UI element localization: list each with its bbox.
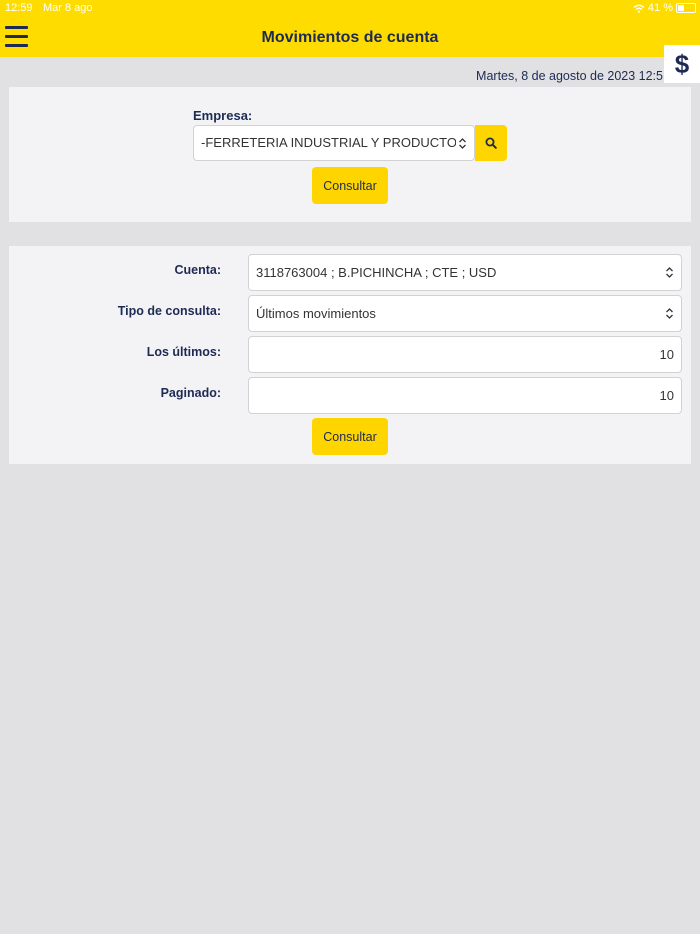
status-time: 12:59 xyxy=(5,2,33,14)
app-header: 12:59 Mar 8 ago 41 % Movimientos de cuen… xyxy=(0,0,700,57)
empresa-selected-value: -FERRETERIA INDUSTRIAL Y PRODUCTOS xyxy=(201,135,456,150)
empresa-label: Empresa: xyxy=(193,108,253,123)
cuenta-select[interactable]: 3118763004 ; B.PICHINCHA ; CTE ; USD xyxy=(248,254,682,291)
chevron-updown-icon xyxy=(666,308,673,319)
battery-percent: 41 % xyxy=(647,2,673,14)
paginado-input[interactable]: 10 xyxy=(248,377,682,414)
empresa-select[interactable]: -FERRETERIA INDUSTRIAL Y PRODUCTOS xyxy=(193,125,475,161)
wifi-icon xyxy=(633,4,645,13)
chevron-updown-icon xyxy=(666,267,673,278)
empresa-search-button[interactable] xyxy=(475,125,507,161)
cuenta-selected-value: 3118763004 ; B.PICHINCHA ; CTE ; USD xyxy=(256,265,497,280)
ultimos-input[interactable]: 10 xyxy=(248,336,682,373)
page-title: Movimientos de cuenta xyxy=(261,29,439,46)
chevron-updown-icon xyxy=(459,138,466,149)
currency-dollar-icon[interactable]: $ xyxy=(664,45,700,83)
tipo-consulta-select[interactable]: Últimos movimientos xyxy=(248,295,682,332)
consulta-consultar-button[interactable]: Consultar xyxy=(312,418,388,455)
status-date: Mar 8 ago xyxy=(43,2,93,14)
current-datetime: Martes, 8 de agosto de 2023 12:5 xyxy=(476,69,663,83)
battery-icon xyxy=(676,3,696,13)
search-icon xyxy=(485,137,497,149)
empresa-consultar-button[interactable]: Consultar xyxy=(312,167,388,204)
tipo-consulta-label: Tipo de consulta: xyxy=(117,304,221,318)
ultimos-label: Los últimos: xyxy=(146,345,221,359)
status-indicators: 41 % xyxy=(633,2,696,14)
cuenta-label: Cuenta: xyxy=(174,263,221,277)
empresa-panel: Empresa: -FERRETERIA INDUSTRIAL Y PRODUC… xyxy=(9,87,691,222)
consulta-panel: Cuenta: 3118763004 ; B.PICHINCHA ; CTE ;… xyxy=(9,246,691,464)
paginado-label: Paginado: xyxy=(160,386,221,400)
tipo-consulta-selected-value: Últimos movimientos xyxy=(256,306,376,321)
